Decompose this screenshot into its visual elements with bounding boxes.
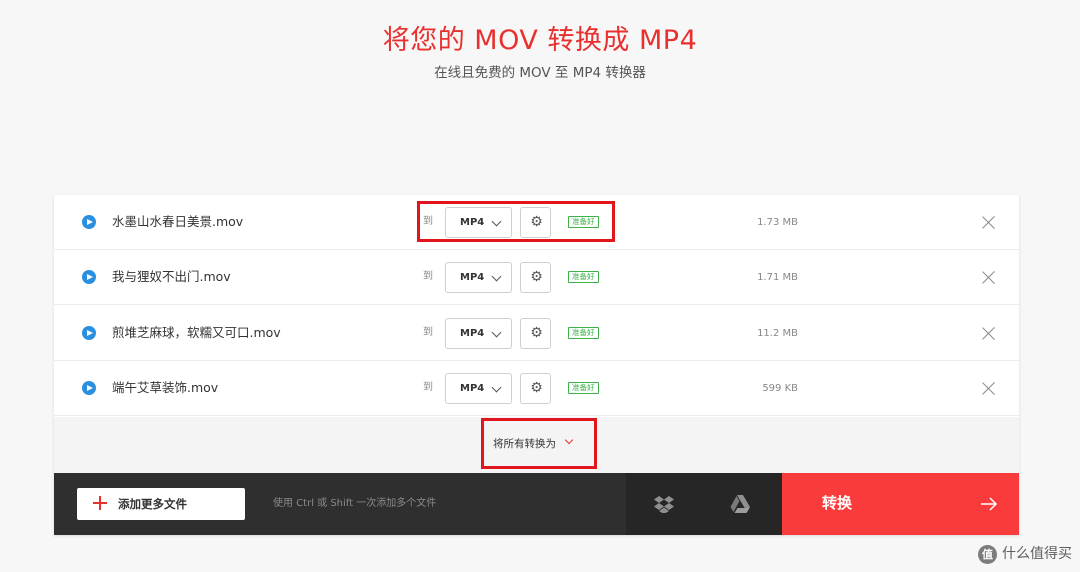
convert-label: 转换	[822, 494, 853, 512]
settings-button[interactable]: ⚙	[520, 373, 551, 404]
settings-button[interactable]: ⚙	[520, 262, 551, 293]
format-value: MP4	[460, 272, 485, 283]
file-size: 599 KB	[762, 383, 798, 394]
converter-panel: 水墨山水春日美景.mov 到 MP4 ⚙ 准备好 1.73 MB 我与狸奴不出门…	[54, 195, 1019, 535]
file-row: 端午艾草装饰.mov 到 MP4 ⚙ 准备好 599 KB	[54, 361, 1019, 416]
file-name: 我与狸奴不出门.mov	[112, 269, 231, 284]
multi-select-hint: 使用 Ctrl 或 Shift 一次添加多个文件	[273, 498, 437, 509]
status-badge: 准备好	[568, 327, 599, 339]
chevron-down-icon	[491, 327, 502, 338]
file-name: 煎堆芝麻球，软糯又可口.mov	[112, 325, 281, 340]
page-title: 将您的 MOV 转换成 MP4	[382, 25, 698, 56]
play-icon[interactable]	[82, 326, 96, 340]
format-select[interactable]: MP4	[445, 318, 512, 349]
watermark-text: 什么值得买	[1002, 546, 1072, 562]
chevron-down-icon	[491, 271, 502, 282]
arrow-right-icon	[981, 497, 998, 511]
file-size: 1.73 MB	[757, 217, 798, 228]
gear-icon: ⚙	[530, 380, 543, 396]
convert-all-highlight-box	[481, 418, 597, 469]
chevron-down-icon	[491, 382, 502, 393]
format-value: MP4	[460, 383, 485, 394]
add-files-button[interactable]: 添加更多文件	[77, 488, 245, 520]
watermark: 值 什么值得买	[978, 544, 1072, 564]
watermark-logo: 值	[978, 545, 997, 564]
to-label: 到	[423, 327, 433, 338]
bottom-toolbar: 添加更多文件 使用 Ctrl 或 Shift 一次添加多个文件 转换	[54, 473, 1019, 535]
close-icon[interactable]	[981, 381, 996, 396]
add-files-label: 添加更多文件	[118, 497, 187, 511]
play-icon[interactable]	[82, 215, 96, 229]
gear-icon: ⚙	[530, 325, 543, 341]
file-row: 煎堆芝麻球，软糯又可口.mov 到 MP4 ⚙ 准备好 11.2 MB	[54, 306, 1019, 361]
convert-button[interactable]: 转换	[782, 473, 1019, 535]
file-name: 水墨山水春日美景.mov	[112, 214, 244, 229]
play-icon[interactable]	[82, 270, 96, 284]
close-icon[interactable]	[981, 215, 996, 230]
status-badge: 准备好	[568, 271, 599, 283]
format-highlight-box	[417, 201, 615, 242]
close-icon[interactable]	[981, 326, 996, 341]
to-label: 到	[423, 271, 433, 282]
status-badge: 准备好	[568, 382, 599, 394]
play-icon[interactable]	[82, 381, 96, 395]
close-icon[interactable]	[981, 270, 996, 285]
plus-icon	[93, 496, 107, 510]
file-size: 1.71 MB	[757, 272, 798, 283]
google-drive-icon[interactable]	[730, 495, 750, 513]
format-select[interactable]: MP4	[445, 373, 512, 404]
settings-button[interactable]: ⚙	[520, 318, 551, 349]
cloud-sources	[626, 473, 782, 535]
file-name: 端午艾草装饰.mov	[112, 380, 219, 395]
format-value: MP4	[460, 328, 485, 339]
file-size: 11.2 MB	[757, 328, 798, 339]
format-select[interactable]: MP4	[445, 262, 512, 293]
file-row: 我与狸奴不出门.mov 到 MP4 ⚙ 准备好 1.71 MB	[54, 250, 1019, 305]
dropbox-icon[interactable]	[654, 495, 674, 513]
gear-icon: ⚙	[530, 269, 543, 285]
page-header: 将您的 MOV 转换成 MP4 在线且免费的 MOV 至 MP4 转换器	[0, 22, 1080, 82]
page-subtitle: 在线且免费的 MOV 至 MP4 转换器	[434, 65, 646, 81]
to-label: 到	[423, 382, 433, 393]
